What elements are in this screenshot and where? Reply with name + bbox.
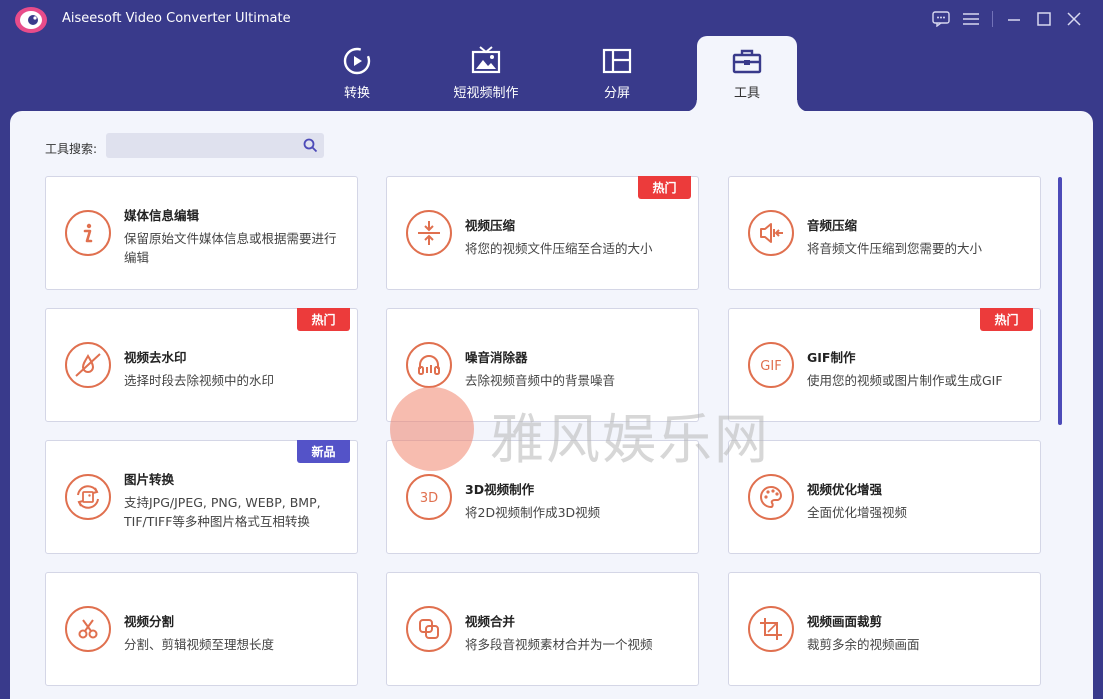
3d-icon: 3D	[406, 474, 452, 520]
audio-compress-icon	[748, 210, 794, 256]
tool-card-video-merger[interactable]: 视频合并 将多段音视频素材合并为一个视频	[386, 572, 699, 686]
image-convert-icon	[65, 474, 111, 520]
hot-badge: 热门	[638, 176, 691, 199]
palette-icon	[748, 474, 794, 520]
tool-title: 视频画面裁剪	[807, 614, 883, 629]
new-badge: 新品	[297, 440, 350, 463]
hot-badge: 热门	[980, 308, 1033, 331]
tab-convert[interactable]: 转换	[307, 36, 407, 112]
app-title: Aiseesoft Video Converter Ultimate	[62, 11, 291, 26]
feedback-icon[interactable]	[926, 8, 956, 30]
info-icon	[65, 210, 111, 256]
headphones-icon	[406, 342, 452, 388]
convert-icon	[343, 47, 371, 75]
tool-desc: 将2D视频制作成3D视频	[465, 505, 601, 520]
svg-text:3D: 3D	[420, 491, 438, 506]
toolbox-panel: 工具搜索: 媒体信息编辑 保留原始文件媒体信息或根据需要进行编辑 热门 视频压缩…	[10, 111, 1093, 699]
tool-title: 视频分割	[124, 614, 175, 629]
tool-card-image-converter[interactable]: 新品 图片转换 支持JPG/JPEG, PNG, WEBP, BMP, TIF/…	[45, 440, 358, 554]
gif-icon: GIF	[748, 342, 794, 388]
tool-title: 视频压缩	[465, 218, 516, 233]
hot-badge: 热门	[297, 308, 350, 331]
tool-desc: 分割、剪辑视频至理想长度	[124, 637, 275, 652]
tool-card-video-cropper[interactable]: 视频画面裁剪 裁剪多余的视频画面	[728, 572, 1041, 686]
window-controls	[926, 8, 1089, 30]
tool-card-gif-maker[interactable]: 热门 GIF GIF制作 使用您的视频或图片制作或生成GIF	[728, 308, 1041, 422]
tool-card-video-compress[interactable]: 热门 视频压缩 将您的视频文件压缩至合适的大小	[386, 176, 699, 290]
minimize-icon[interactable]	[999, 8, 1029, 30]
toolbox-icon	[732, 49, 762, 74]
watermark-remove-icon	[65, 342, 111, 388]
menu-icon[interactable]	[956, 8, 986, 30]
tool-title: 视频去水印	[124, 350, 187, 365]
tool-card-3d-maker[interactable]: 3D 3D视频制作 将2D视频制作成3D视频	[386, 440, 699, 554]
tab-label: 短视频制作	[453, 86, 519, 101]
tab-label: 工具	[733, 86, 760, 101]
svg-text:GIF: GIF	[760, 359, 781, 374]
tool-card-video-splitter[interactable]: 视频分割 分割、剪辑视频至理想长度	[45, 572, 358, 686]
tool-desc: 选择时段去除视频中的水印	[124, 373, 275, 388]
tool-title: 音频压缩	[807, 218, 858, 233]
tool-title: 视频合并	[465, 614, 516, 629]
search-label: 工具搜索:	[45, 142, 98, 156]
merge-icon	[406, 606, 452, 652]
tool-card-audio-compress[interactable]: 音频压缩 将音频文件压缩到您需要的大小	[728, 176, 1041, 290]
tool-title: 图片转换	[124, 472, 175, 487]
tool-card-video-enhancer[interactable]: 视频优化增强 全面优化增强视频	[728, 440, 1041, 554]
compress-icon	[406, 210, 452, 256]
tab-mv[interactable]: 短视频制作	[436, 36, 536, 112]
tool-title: 媒体信息编辑	[124, 208, 200, 223]
tool-card-media-info[interactable]: 媒体信息编辑 保留原始文件媒体信息或根据需要进行编辑	[45, 176, 358, 290]
tool-desc: 支持JPG/JPEG, PNG, WEBP, BMP, TIF/TIFF等多种图…	[124, 495, 321, 529]
mv-icon	[471, 46, 501, 74]
tool-title: GIF制作	[807, 350, 856, 365]
maximize-icon[interactable]	[1029, 8, 1059, 30]
tool-title: 噪音消除器	[465, 350, 528, 365]
collage-icon	[602, 48, 632, 74]
tool-title: 视频优化增强	[807, 482, 883, 497]
tab-collage[interactable]: 分屏	[567, 36, 667, 112]
divider	[992, 11, 993, 27]
tool-desc: 保留原始文件媒体信息或根据需要进行编辑	[124, 231, 337, 265]
tool-card-watermark-remover[interactable]: 热门 视频去水印 选择时段去除视频中的水印	[45, 308, 358, 422]
scrollbar[interactable]	[1058, 177, 1062, 425]
search-icon[interactable]	[303, 138, 318, 153]
tool-desc: 将音频文件压缩到您需要的大小	[807, 241, 983, 256]
tab-toolbox[interactable]: 工具	[685, 36, 809, 112]
tool-title: 3D视频制作	[465, 482, 535, 497]
search-box	[106, 133, 324, 158]
main-tabs: 转换 短视频制作 分屏 工具	[0, 36, 1103, 112]
search-input[interactable]	[106, 133, 308, 158]
tool-desc: 去除视频音频中的背景噪音	[465, 373, 616, 388]
tool-desc: 将您的视频文件压缩至合适的大小	[465, 241, 653, 256]
tab-label: 转换	[343, 86, 370, 101]
tool-desc: 使用您的视频或图片制作或生成GIF	[807, 373, 1003, 388]
scissors-icon	[65, 606, 111, 652]
close-icon[interactable]	[1059, 8, 1089, 30]
tool-desc: 全面优化增强视频	[807, 505, 908, 520]
app-logo-icon	[15, 7, 47, 33]
tab-label: 分屏	[603, 86, 630, 101]
app-window: Aiseesoft Video Converter Ultimate 转换 短视…	[0, 0, 1103, 699]
tool-desc: 裁剪多余的视频画面	[807, 637, 920, 652]
tool-desc: 将多段音视频素材合并为一个视频	[465, 637, 653, 652]
tool-card-noise-remover[interactable]: 噪音消除器 去除视频音频中的背景噪音	[386, 308, 699, 422]
crop-icon	[748, 606, 794, 652]
title-bar: Aiseesoft Video Converter Ultimate	[0, 0, 1103, 38]
